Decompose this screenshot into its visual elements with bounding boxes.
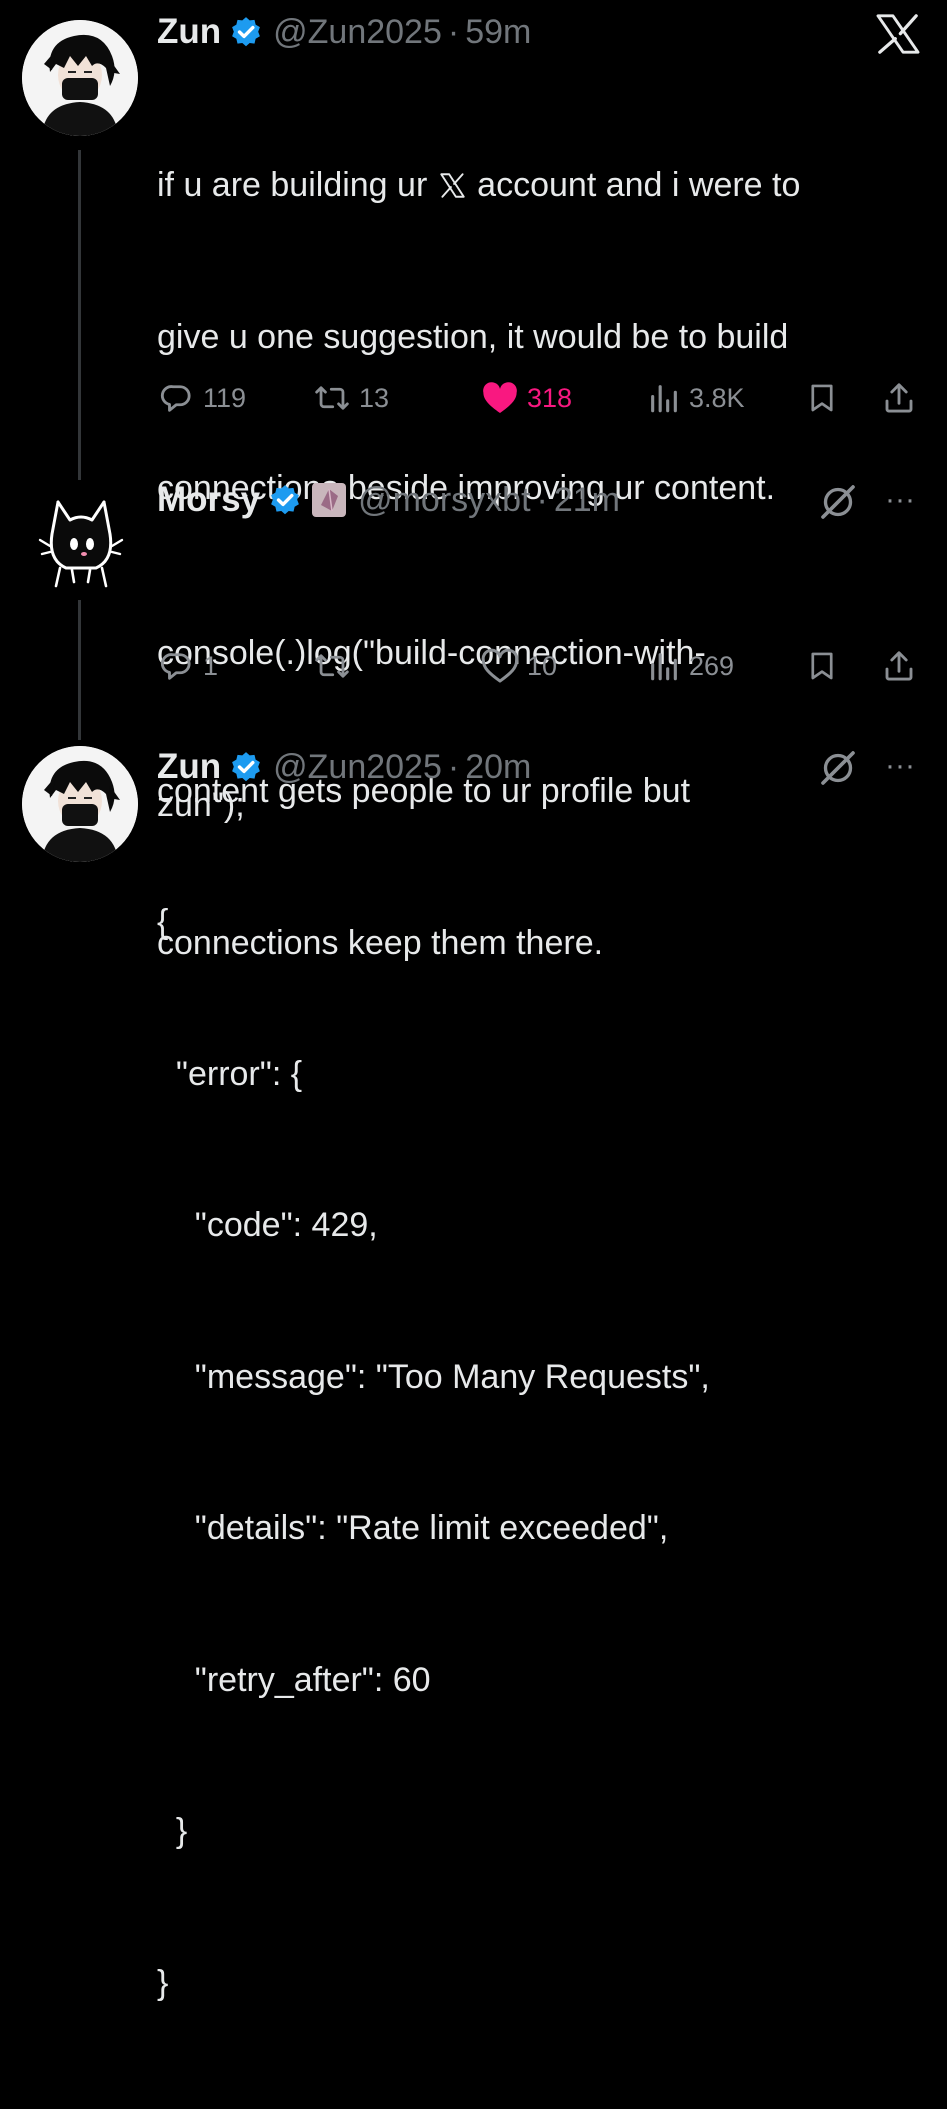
tweet-actions: 119 13 318 3.8K	[157, 376, 921, 420]
views-button[interactable]: 3.8K	[647, 376, 745, 420]
thread-connector	[78, 150, 81, 480]
avatar[interactable]	[22, 20, 138, 136]
bookmark-icon	[811, 652, 833, 680]
avatar[interactable]	[36, 490, 126, 590]
separator-dot: ·	[536, 480, 548, 519]
text-line: if u are building ur account and i were …	[157, 160, 800, 211]
bookmark-button[interactable]	[805, 644, 839, 688]
tweet-header: Zun @Zun2025 · 59m	[157, 10, 531, 54]
text-line: "details": "Rate limit exceeded",	[157, 1509, 669, 1547]
author-name[interactable]: Morsy	[157, 480, 260, 520]
like-button[interactable]: 10	[481, 644, 557, 688]
reply-button[interactable]: 119	[159, 376, 246, 420]
grok-icon[interactable]	[818, 482, 858, 522]
reply-count: 119	[203, 382, 247, 413]
verified-badge-icon	[268, 483, 302, 517]
separator-dot: ·	[447, 12, 460, 51]
verified-badge-icon	[229, 750, 263, 784]
affiliate-badge-icon[interactable]	[312, 483, 347, 517]
text-line: {	[157, 903, 169, 941]
repost-count: 13	[359, 382, 390, 413]
separator-dot: ·	[447, 747, 460, 786]
text-line: }	[157, 1963, 169, 2002]
share-icon	[885, 383, 913, 413]
text-line: "message": "Too Many Requests",	[157, 1357, 710, 1396]
text-line: "retry_after": 60	[157, 1660, 431, 1699]
reply-count: 1	[203, 650, 219, 681]
repost-icon	[315, 386, 349, 410]
avatar[interactable]	[22, 746, 138, 862]
like-count: 318	[527, 382, 573, 413]
text-line: }	[157, 1812, 188, 1850]
author-handle[interactable]: @Zun2025	[273, 748, 442, 787]
x-logo-icon	[439, 163, 466, 198]
author-name[interactable]: Zun	[157, 12, 221, 52]
more-options-icon[interactable]: ···	[878, 746, 922, 786]
repost-button[interactable]: 13	[313, 376, 389, 420]
timestamp[interactable]: 20m	[465, 748, 531, 787]
timestamp[interactable]: 59m	[465, 13, 531, 52]
share-button[interactable]	[881, 644, 917, 688]
grok-icon[interactable]	[818, 748, 858, 788]
heart-filled-icon	[483, 382, 517, 414]
author-handle[interactable]: @morsyxbt	[358, 481, 530, 520]
more-options-icon[interactable]: ···	[878, 480, 922, 520]
author-name[interactable]: Zun	[157, 747, 221, 787]
verified-badge-icon	[229, 15, 263, 49]
share-icon	[885, 651, 913, 681]
views-icon	[651, 653, 677, 681]
heart-icon	[481, 648, 519, 683]
text-line: give u one suggestion, it would be to bu…	[157, 317, 789, 356]
tweet-actions: 1 10 269	[157, 644, 921, 688]
repost-button[interactable]	[313, 644, 351, 688]
views-count: 3.8K	[689, 382, 745, 413]
text-line: "error": {	[157, 1054, 303, 1093]
thread-connector	[78, 600, 81, 740]
x-logo-icon[interactable]	[876, 14, 920, 54]
reply-icon	[160, 653, 191, 680]
tweet-header: Zun @Zun2025 · 20m	[157, 745, 531, 789]
reply-icon	[160, 385, 191, 412]
share-button[interactable]	[881, 376, 917, 420]
bookmark-button[interactable]	[805, 376, 839, 420]
tweet-header: Morsy @morsyxbt · 21m	[157, 478, 620, 522]
reply-button[interactable]: 1	[159, 644, 218, 688]
like-button[interactable]: 318	[481, 376, 572, 420]
views-count: 269	[689, 650, 735, 681]
timestamp[interactable]: 21m	[554, 481, 620, 520]
views-icon	[651, 385, 677, 413]
tweet-text: { "error": { "code": 429, "message": "To…	[157, 796, 710, 2109]
author-handle[interactable]: @Zun2025	[273, 13, 442, 52]
repost-icon	[315, 654, 349, 678]
views-button[interactable]: 269	[647, 644, 734, 688]
like-count: 10	[527, 650, 558, 681]
bookmark-icon	[811, 384, 833, 412]
text-line: "code": 429,	[157, 1206, 378, 1244]
